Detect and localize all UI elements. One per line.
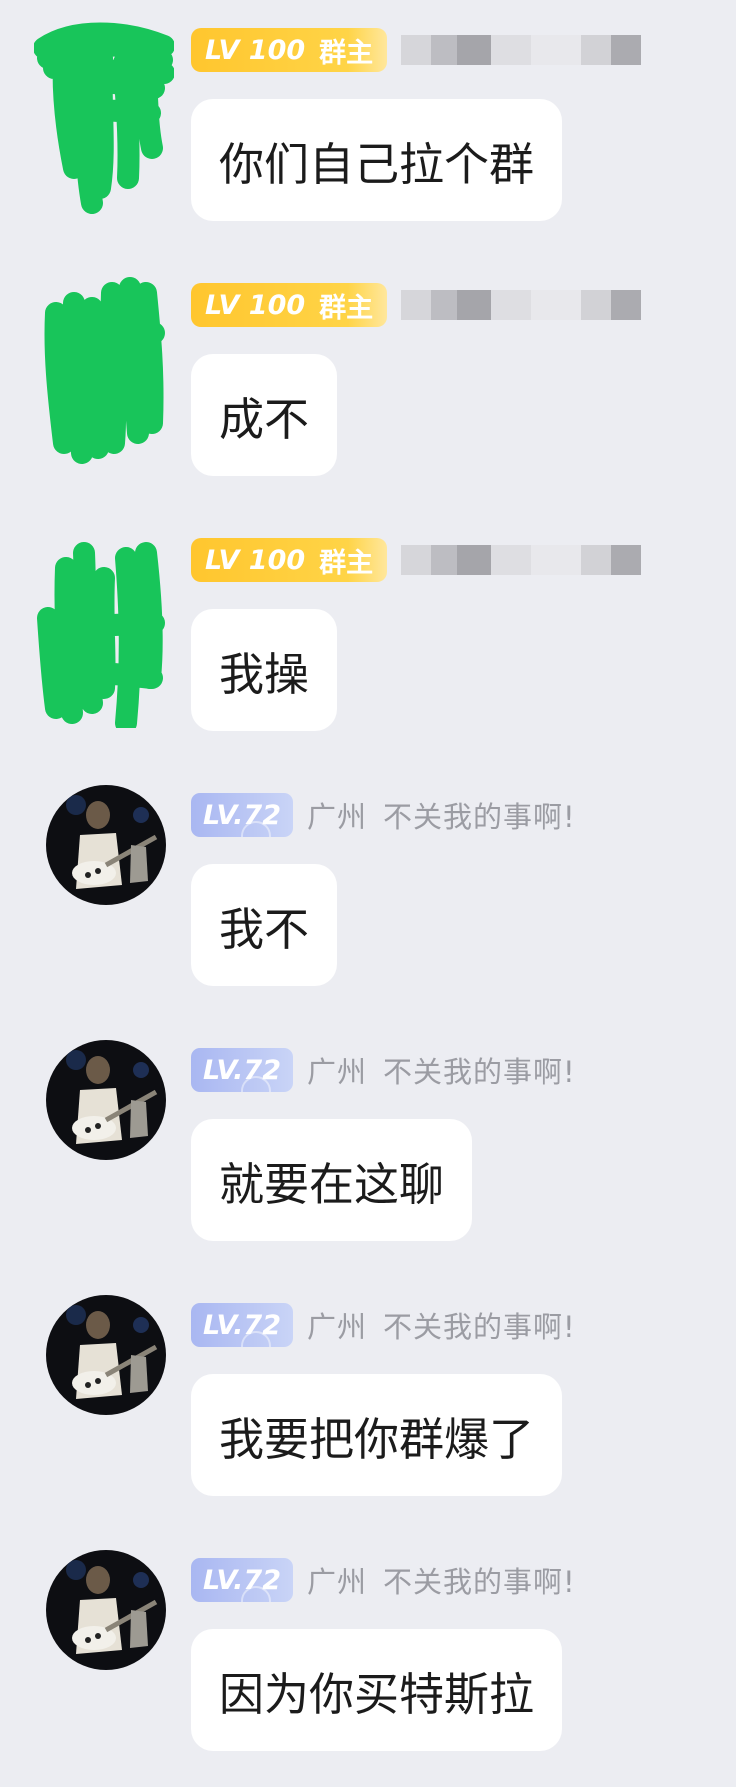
chat-message: LV.72 广州 不关我的事啊! 就要在这聊 xyxy=(0,1020,736,1241)
chat-message: LV 100 群主 你们自己拉个群 xyxy=(0,0,736,221)
sender-info: 广州 不关我的事啊! xyxy=(307,794,576,836)
member-level: LV.72 xyxy=(202,799,281,831)
member-level: LV.72 xyxy=(202,1054,281,1086)
sender-city: 广州 xyxy=(307,1310,368,1344)
message-bubble[interactable]: 我不 xyxy=(191,864,338,986)
message-bubble[interactable]: 就要在这聊 xyxy=(191,1119,473,1241)
sender-meta: LV 100 群主 xyxy=(191,26,642,74)
sender-name[interactable]: 不关我的事啊! xyxy=(383,800,576,834)
scribbled-out-avatar-icon[interactable] xyxy=(34,18,174,218)
scribbled-out-avatar-icon[interactable] xyxy=(34,528,174,728)
sender-meta: LV.72 广州 不关我的事啊! xyxy=(191,1301,576,1349)
owner-role-label: 群主 xyxy=(319,547,374,579)
owner-role-label: 群主 xyxy=(319,292,374,324)
chat-message: LV 100 群主 我操 xyxy=(0,510,736,731)
chat-message: LV.72 广州 不关我的事啊! 我要把你群爆了 xyxy=(0,1275,736,1496)
sender-info: 广州 不关我的事啊! xyxy=(307,1304,576,1346)
chat-message: LV.72 广州 不关我的事啊! 因为你买特斯拉 xyxy=(0,1530,736,1751)
chat-message: LV.72 广州 不关我的事啊! 我不 xyxy=(0,765,736,986)
sender-name[interactable]: 不关我的事啊! xyxy=(383,1565,576,1599)
blurred-sender-name xyxy=(401,290,642,320)
sender-meta: LV 100 群主 xyxy=(191,536,642,584)
blurred-sender-name xyxy=(401,35,642,65)
sender-meta: LV.72 广州 不关我的事啊! xyxy=(191,1046,576,1094)
message-bubble[interactable]: 你们自己拉个群 xyxy=(191,99,563,221)
sender-info: 广州 不关我的事啊! xyxy=(307,1559,576,1601)
owner-badge: LV 100 群主 xyxy=(191,283,388,327)
blurred-sender-name xyxy=(401,545,642,575)
sender-city: 广州 xyxy=(307,1565,368,1599)
member-level-badge: LV.72 xyxy=(191,1048,293,1092)
guitarist-photo-avatar[interactable] xyxy=(46,1550,166,1670)
message-bubble[interactable]: 我操 xyxy=(191,609,338,731)
sender-info: 广州 不关我的事啊! xyxy=(307,1049,576,1091)
sender-city: 广州 xyxy=(307,1055,368,1089)
guitarist-photo-avatar[interactable] xyxy=(46,1040,166,1160)
message-bubble[interactable]: 我要把你群爆了 xyxy=(191,1374,563,1496)
member-level-badge: LV.72 xyxy=(191,1558,293,1602)
guitarist-photo-avatar[interactable] xyxy=(46,1295,166,1415)
owner-badge: LV 100 群主 xyxy=(191,538,388,582)
member-level-badge: LV.72 xyxy=(191,793,293,837)
message-bubble[interactable]: 因为你买特斯拉 xyxy=(191,1629,563,1751)
member-level: LV.72 xyxy=(202,1564,281,1596)
sender-city: 广州 xyxy=(307,800,368,834)
sender-meta: LV 100 群主 xyxy=(191,281,642,329)
chat-message: LV 100 群主 成不 xyxy=(0,255,736,476)
sender-meta: LV.72 广州 不关我的事啊! xyxy=(191,791,576,839)
sender-meta: LV.72 广州 不关我的事啊! xyxy=(191,1556,576,1604)
sender-name[interactable]: 不关我的事啊! xyxy=(383,1310,576,1344)
guitarist-photo-avatar[interactable] xyxy=(46,785,166,905)
owner-level: LV 100 xyxy=(205,289,306,321)
chat-message-list[interactable]: LV 100 群主 你们自己拉个群 LV 100 群主 成不 LV 100 群主… xyxy=(0,0,736,1787)
scribbled-out-avatar-icon[interactable] xyxy=(34,273,174,473)
sender-name[interactable]: 不关我的事啊! xyxy=(383,1055,576,1089)
owner-badge: LV 100 群主 xyxy=(191,28,388,72)
message-bubble[interactable]: 成不 xyxy=(191,354,338,476)
owner-role-label: 群主 xyxy=(319,37,374,69)
member-level: LV.72 xyxy=(202,1309,281,1341)
member-level-badge: LV.72 xyxy=(191,1303,293,1347)
owner-level: LV 100 xyxy=(205,544,306,576)
owner-level: LV 100 xyxy=(205,34,306,66)
